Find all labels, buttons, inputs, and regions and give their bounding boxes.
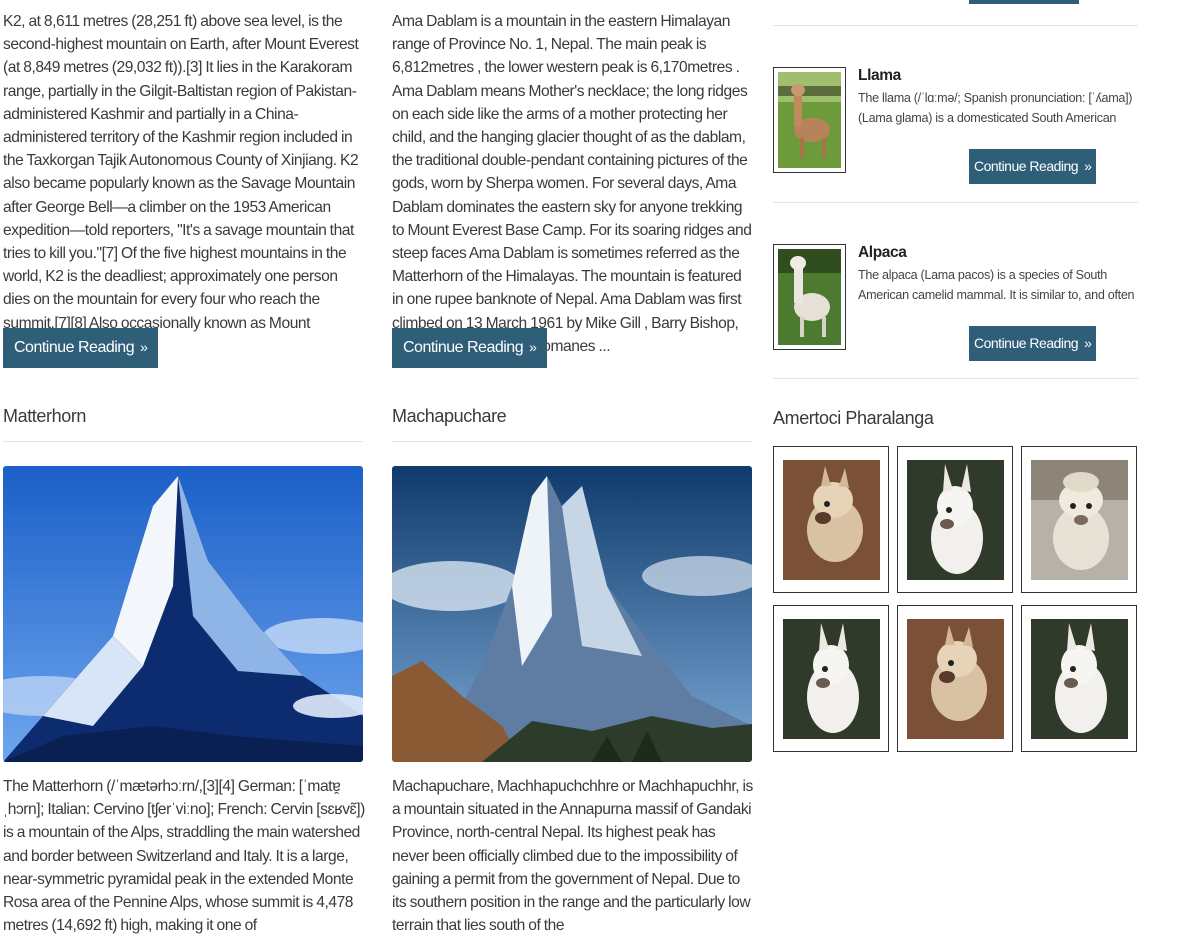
double-chevron-right-icon: » bbox=[140, 339, 148, 355]
llama-title[interactable]: Llama bbox=[858, 67, 1138, 85]
matterhorn-image[interactable] bbox=[3, 466, 363, 762]
alpaca-description: The alpaca (Lama pacos) is a species of … bbox=[858, 268, 1135, 302]
llama-photo bbox=[783, 619, 880, 739]
machapuchare-title[interactable]: Machapuchare bbox=[392, 406, 752, 442]
llama-photo bbox=[907, 460, 1004, 580]
alpaca-photo bbox=[783, 460, 880, 580]
ama-dablam-continue-button[interactable]: Continue Reading » bbox=[392, 328, 548, 368]
gallery-thumb[interactable] bbox=[773, 605, 889, 752]
previous-continue-button[interactable] bbox=[969, 0, 1079, 4]
k2-excerpt: K2, at 8,611 metres (28,251 ft) above se… bbox=[3, 13, 359, 355]
double-chevron-right-icon: » bbox=[529, 339, 537, 355]
machapuchare-excerpt: Machapuchare, Machhapuchchhre or Machhap… bbox=[392, 778, 753, 935]
continue-label: Continue Reading bbox=[403, 339, 524, 356]
llama-description: The llama (/ˈlɑːmə/; Spanish pronunciati… bbox=[858, 91, 1133, 125]
sidebar-divider bbox=[773, 25, 1138, 26]
alpaca-text: Alpaca The alpaca (Lama pacos) is a spec… bbox=[858, 244, 1138, 305]
gallery-thumb[interactable] bbox=[773, 446, 889, 593]
llama-image bbox=[778, 72, 841, 168]
llama-photo bbox=[1031, 619, 1128, 739]
alpaca-image bbox=[778, 249, 841, 345]
double-chevron-right-icon: » bbox=[1084, 335, 1092, 351]
gallery-thumb[interactable] bbox=[1021, 446, 1137, 593]
matterhorn-title[interactable]: Matterhorn bbox=[3, 406, 363, 442]
ama-dablam-excerpt: Ama Dablam is a mountain in the eastern … bbox=[392, 13, 752, 355]
gallery-thumb[interactable] bbox=[897, 446, 1013, 593]
alpaca-title[interactable]: Alpaca bbox=[858, 244, 1138, 262]
alpaca-continue-button[interactable]: Continue Reading » bbox=[969, 326, 1097, 361]
gallery-thumb[interactable] bbox=[1021, 605, 1137, 752]
alpaca-photo bbox=[1031, 460, 1128, 580]
sidebar-divider bbox=[773, 378, 1138, 379]
llama-thumbnail[interactable] bbox=[773, 67, 846, 173]
llama-continue-button[interactable]: Continue Reading » bbox=[969, 149, 1097, 184]
llama-text: Llama The llama (/ˈlɑːmə/; Spanish pronu… bbox=[858, 67, 1138, 128]
sidebar-divider bbox=[773, 202, 1138, 203]
continue-label: Continue Reading bbox=[14, 339, 135, 356]
alpaca-photo bbox=[907, 619, 1004, 739]
k2-continue-button[interactable]: Continue Reading » bbox=[3, 328, 159, 368]
matterhorn-excerpt: The Matterhorn (/ˈmætərhɔːrn/,[3][4] Ger… bbox=[3, 778, 365, 935]
continue-label: Continue Reading bbox=[974, 335, 1079, 351]
gallery-thumb[interactable] bbox=[897, 605, 1013, 752]
alpaca-thumbnail[interactable] bbox=[773, 244, 846, 350]
gallery-title: Amertoci Pharalanga bbox=[773, 408, 934, 428]
continue-label: Continue Reading bbox=[974, 158, 1079, 174]
double-chevron-right-icon: » bbox=[1084, 158, 1092, 174]
machapuchare-image[interactable] bbox=[392, 466, 752, 762]
